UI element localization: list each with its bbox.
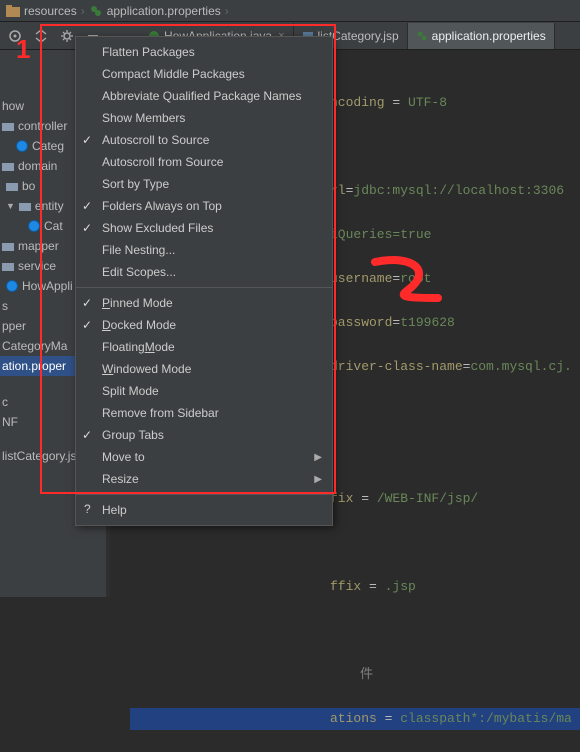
menu-autoscroll-from-source[interactable]: Autoscroll from Source bbox=[76, 151, 332, 173]
menu-pinned-mode[interactable]: ✓Pinned Mode bbox=[76, 292, 332, 314]
menu-show-excluded-files[interactable]: ✓Show Excluded Files bbox=[76, 217, 332, 239]
breadcrumb-item[interactable]: application.properties bbox=[107, 4, 221, 18]
tree-label: pper bbox=[2, 319, 26, 333]
menu-group-tabs[interactable]: ✓Group Tabs bbox=[76, 424, 332, 446]
folder-icon bbox=[2, 121, 14, 131]
chevron-right-icon: › bbox=[81, 4, 85, 18]
check-icon: ✓ bbox=[82, 199, 92, 213]
folder-icon bbox=[2, 161, 14, 171]
code-text: ncoding bbox=[330, 95, 385, 110]
class-icon bbox=[16, 140, 28, 152]
tab-application-properties[interactable]: application.properties bbox=[408, 23, 555, 49]
tree-label: mapper bbox=[18, 239, 59, 253]
menu-separator bbox=[76, 494, 332, 495]
menu-folders-always-on-top[interactable]: ✓Folders Always on Top bbox=[76, 195, 332, 217]
menu-show-members[interactable]: Show Members bbox=[76, 107, 332, 129]
menu-remove-from-sidebar[interactable]: Remove from Sidebar bbox=[76, 402, 332, 424]
menu-separator bbox=[76, 287, 332, 288]
chevron-right-icon: ▶ bbox=[314, 452, 322, 463]
class-icon bbox=[6, 280, 18, 292]
menu-autoscroll-to-source[interactable]: ✓Autoscroll to Source bbox=[76, 129, 332, 151]
tree-label: CategoryMa bbox=[2, 339, 67, 353]
menu-resize[interactable]: Resize▶ bbox=[76, 468, 332, 490]
check-icon: ✓ bbox=[82, 296, 92, 310]
menu-compact-middle-packages[interactable]: Compact Middle Packages bbox=[76, 63, 332, 85]
tree-label: listCategory.jsp bbox=[2, 449, 83, 463]
tree-label: domain bbox=[18, 159, 57, 173]
properties-file-icon bbox=[89, 4, 103, 18]
tree-label: entity bbox=[35, 199, 64, 213]
target-icon[interactable] bbox=[6, 27, 24, 45]
view-options-menu: Flatten Packages Compact Middle Packages… bbox=[75, 36, 333, 526]
breadcrumb-item[interactable]: resources bbox=[24, 4, 77, 18]
menu-file-nesting[interactable]: File Nesting... bbox=[76, 239, 332, 261]
tree-label: how bbox=[2, 99, 24, 113]
menu-sort-by-type[interactable]: Sort by Type bbox=[76, 173, 332, 195]
tab-label: application.properties bbox=[432, 29, 546, 43]
tree-label: Cat bbox=[44, 219, 63, 233]
check-icon: ✓ bbox=[82, 221, 92, 235]
menu-help[interactable]: ?Help bbox=[76, 499, 332, 521]
check-icon: ✓ bbox=[82, 428, 92, 442]
tree-label: Categ bbox=[32, 139, 64, 153]
tree-label: HowAppli bbox=[22, 279, 73, 293]
check-icon: ✓ bbox=[82, 318, 92, 332]
menu-edit-scopes[interactable]: Edit Scopes... bbox=[76, 261, 332, 283]
folder-icon bbox=[19, 201, 31, 211]
menu-floating-mode[interactable]: Floating Mode bbox=[76, 336, 332, 358]
tree-label: ation.proper bbox=[2, 359, 66, 373]
tree-label: bo bbox=[22, 179, 35, 193]
chevron-right-icon: › bbox=[225, 4, 229, 18]
folder-icon bbox=[6, 5, 20, 17]
gear-icon[interactable] bbox=[58, 27, 76, 45]
folder-icon bbox=[6, 181, 18, 191]
menu-move-to[interactable]: Move to▶ bbox=[76, 446, 332, 468]
properties-file-icon bbox=[416, 30, 428, 42]
menu-windowed-mode[interactable]: Windowed Mode bbox=[76, 358, 332, 380]
menu-docked-mode[interactable]: ✓Docked Mode bbox=[76, 314, 332, 336]
menu-split-mode[interactable]: Split Mode bbox=[76, 380, 332, 402]
folder-icon bbox=[2, 241, 14, 251]
help-icon: ? bbox=[84, 502, 91, 516]
folder-icon bbox=[2, 261, 14, 271]
tree-label: NF bbox=[2, 415, 18, 429]
expand-icon[interactable]: ▼ bbox=[6, 201, 15, 211]
chevron-right-icon: ▶ bbox=[314, 474, 322, 485]
tree-label: controller bbox=[18, 119, 67, 133]
check-icon: ✓ bbox=[82, 133, 92, 147]
tree-label: service bbox=[18, 259, 56, 273]
tree-label: c bbox=[2, 395, 8, 409]
menu-flatten-packages[interactable]: Flatten Packages bbox=[76, 41, 332, 63]
collapse-icon[interactable] bbox=[32, 27, 50, 45]
class-icon bbox=[28, 220, 40, 232]
breadcrumb: resources › application.properties › bbox=[0, 0, 580, 22]
tree-label: s bbox=[2, 299, 8, 313]
menu-abbreviate-package-names[interactable]: Abbreviate Qualified Package Names bbox=[76, 85, 332, 107]
